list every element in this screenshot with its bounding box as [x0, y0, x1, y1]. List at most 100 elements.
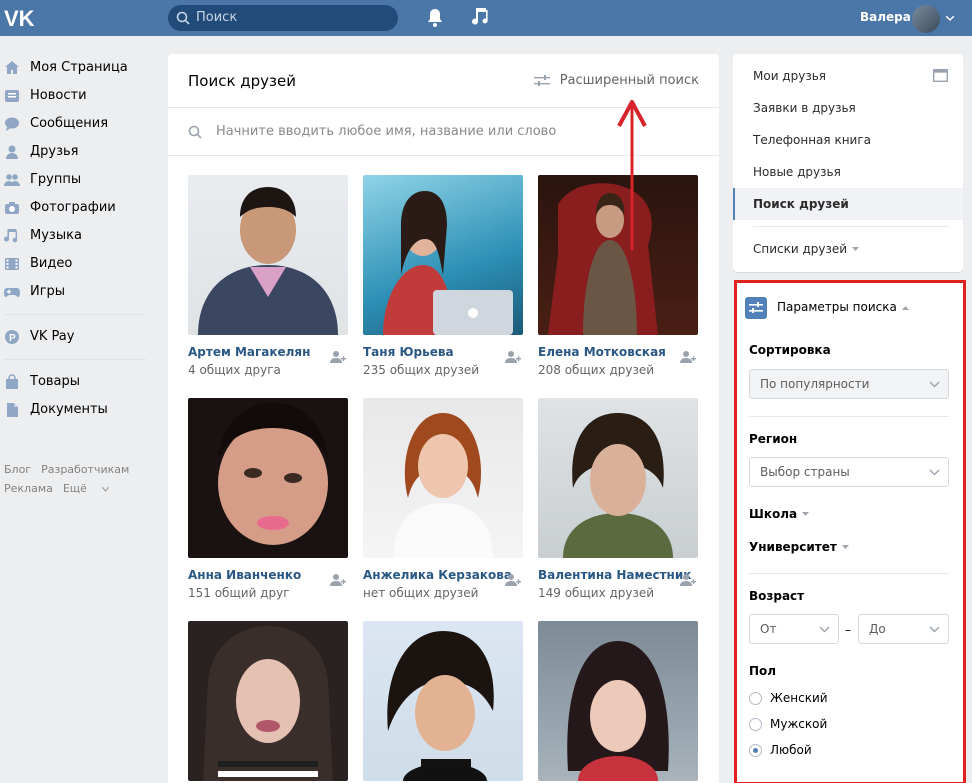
mutual-friends[interactable]: 149 общих друзей — [538, 586, 654, 600]
messages-icon — [5, 117, 19, 131]
footer-link-more[interactable]: Ещё — [63, 482, 109, 495]
music-note-icon[interactable] — [472, 7, 490, 27]
nav-item-documents[interactable]: Документы — [0, 396, 150, 424]
chevron-down-icon — [929, 626, 940, 633]
advanced-search-link[interactable]: Расширенный поиск — [533, 73, 699, 88]
video-icon — [5, 258, 19, 270]
school-toggle[interactable]: Школа — [749, 507, 810, 521]
person-name[interactable]: Анна Иванченко — [188, 568, 301, 582]
menu-item-find-friends[interactable]: Поиск друзей — [753, 197, 849, 211]
svg-text:VK: VK — [4, 6, 35, 31]
person-name[interactable]: Анжелика Керзакова — [363, 568, 512, 582]
nav-item-my-page[interactable]: Моя Страница — [0, 54, 150, 82]
search-icon — [176, 11, 190, 25]
person-name[interactable]: Таня Юрьева — [363, 345, 454, 359]
university-toggle[interactable]: Университет — [749, 540, 849, 554]
person-card — [363, 621, 523, 781]
footer-links: Блог Разработчикам Реклама Ещё — [4, 460, 139, 498]
annotation-arrow — [617, 100, 647, 250]
menu-item-my-friends[interactable]: Мои друзья — [753, 69, 826, 83]
nav-item-games[interactable]: Игры — [0, 278, 150, 306]
age-from-select[interactable]: От — [749, 614, 839, 644]
menu-item-new-friends[interactable]: Новые друзья — [753, 165, 841, 179]
vk-logo-icon[interactable]: VK — [2, 5, 42, 31]
params-title[interactable]: Параметры поиска — [777, 300, 909, 314]
person-name[interactable]: Валентина Наместник — [538, 568, 691, 582]
person-photo[interactable] — [188, 621, 348, 781]
search-placeholder: Поиск — [196, 10, 238, 25]
bell-icon[interactable] — [426, 8, 444, 28]
region-label: Регион — [749, 432, 798, 446]
footer-link-ads[interactable]: Реклама — [4, 482, 53, 495]
chevron-down-icon — [841, 545, 849, 549]
gamepad-icon — [4, 288, 20, 297]
search-params-panel: Параметры поиска Сортировка По популярно… — [734, 280, 966, 783]
person-name[interactable]: Артем Магакелян — [188, 345, 310, 359]
user-name[interactable]: Валера — [860, 10, 911, 24]
footer-link-blog[interactable]: Блог — [4, 463, 31, 476]
mutual-friends[interactable]: 235 общих друзей — [363, 363, 479, 377]
mutual-friends[interactable]: 208 общих друзей — [538, 363, 654, 377]
nav-item-market[interactable]: Товары — [0, 368, 150, 396]
add-friend-icon[interactable] — [505, 572, 521, 588]
add-friend-icon[interactable] — [330, 572, 346, 588]
radio-circle-selected — [749, 744, 762, 757]
add-friend-icon[interactable] — [505, 349, 521, 365]
footer-link-developers[interactable]: Разработчикам — [41, 463, 129, 476]
menu-item-phone-book[interactable]: Телефонная книга — [753, 133, 871, 147]
person-card: Артем Магакелян 4 общих друга — [188, 175, 348, 377]
calendar-icon[interactable] — [933, 68, 948, 82]
nav-item-friends[interactable]: Друзья — [0, 138, 150, 166]
add-friend-icon[interactable] — [680, 349, 696, 365]
nav-item-messages[interactable]: Сообщения — [0, 110, 150, 138]
news-icon — [5, 90, 19, 102]
menu-divider — [753, 226, 949, 227]
nav-item-groups[interactable]: Группы — [0, 166, 150, 194]
friends-icon — [6, 145, 18, 159]
person-photo[interactable] — [188, 175, 348, 335]
person-photo[interactable] — [538, 621, 698, 781]
age-to-select[interactable]: До — [858, 614, 949, 644]
person-photo[interactable] — [363, 175, 523, 335]
nav-item-music[interactable]: Музыка — [0, 222, 150, 250]
chevron-down-icon — [929, 469, 940, 476]
mutual-friends[interactable]: 151 общий друг — [188, 586, 290, 600]
nav-item-news[interactable]: Новости — [0, 82, 150, 110]
person-photo[interactable] — [363, 398, 523, 558]
person-photo[interactable] — [363, 621, 523, 781]
add-friend-icon[interactable] — [330, 349, 346, 365]
country-select[interactable]: Выбор страны — [749, 457, 949, 487]
person-card: Таня Юрьева 235 общих друзей — [363, 175, 523, 377]
top-bar: VK Поиск Валера — [0, 0, 972, 36]
chevron-down-icon[interactable] — [946, 16, 954, 21]
age-range-dash: – — [845, 623, 851, 637]
person-card — [188, 621, 348, 781]
filter-sliders-icon — [533, 75, 550, 86]
music-icon — [4, 229, 18, 243]
mutual-friends[interactable]: нет общих друзей — [363, 586, 478, 600]
person-name[interactable]: Елена Мотковская — [538, 345, 666, 359]
nav-item-vkpay[interactable]: P VK Pay — [0, 323, 150, 351]
person-card: Анжелика Керзакова нет общих друзей — [363, 398, 523, 600]
bag-icon — [6, 374, 18, 389]
radio-circle — [749, 692, 762, 705]
nav-item-photos[interactable]: Фотографии — [0, 194, 150, 222]
person-photo[interactable] — [538, 398, 698, 558]
mutual-friends[interactable]: 4 общих друга — [188, 363, 281, 377]
search-input[interactable]: Поиск — [168, 5, 398, 31]
page-title: Поиск друзей — [188, 72, 297, 90]
nav-item-video[interactable]: Видео — [0, 250, 150, 278]
menu-item-friend-requests[interactable]: Заявки в друзья — [753, 101, 856, 115]
nav-divider — [4, 359, 146, 360]
filter-sliders-icon — [745, 297, 767, 319]
chevron-down-icon — [852, 247, 860, 251]
menu-item-friend-lists[interactable]: Списки друзей — [753, 242, 860, 256]
radio-circle — [749, 718, 762, 731]
age-label: Возраст — [749, 589, 805, 603]
person-photo[interactable] — [188, 398, 348, 558]
avatar[interactable] — [912, 5, 940, 33]
sort-select[interactable]: По популярности — [749, 369, 949, 399]
person-card: Валентина Наместник 149 общих друзей — [538, 398, 698, 600]
sort-label: Сортировка — [749, 343, 831, 357]
add-friend-icon[interactable] — [680, 572, 696, 588]
